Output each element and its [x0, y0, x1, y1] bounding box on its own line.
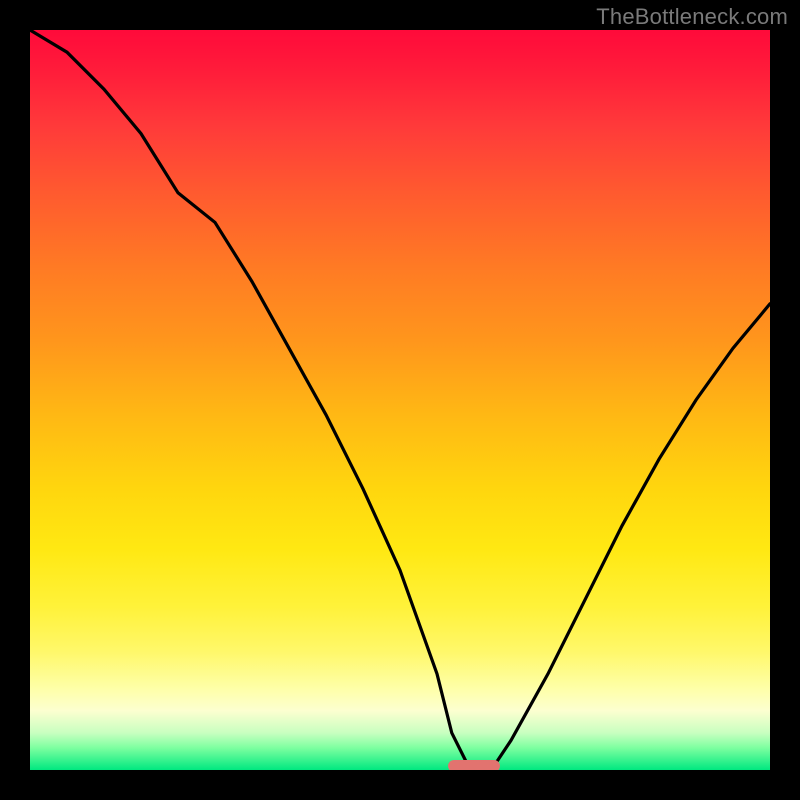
chart-frame: TheBottleneck.com	[0, 0, 800, 800]
watermark-label: TheBottleneck.com	[596, 4, 788, 30]
bottleneck-curve	[30, 30, 770, 770]
plot-area	[30, 30, 770, 770]
curve-svg	[30, 30, 770, 770]
optimal-range-marker	[448, 760, 500, 770]
